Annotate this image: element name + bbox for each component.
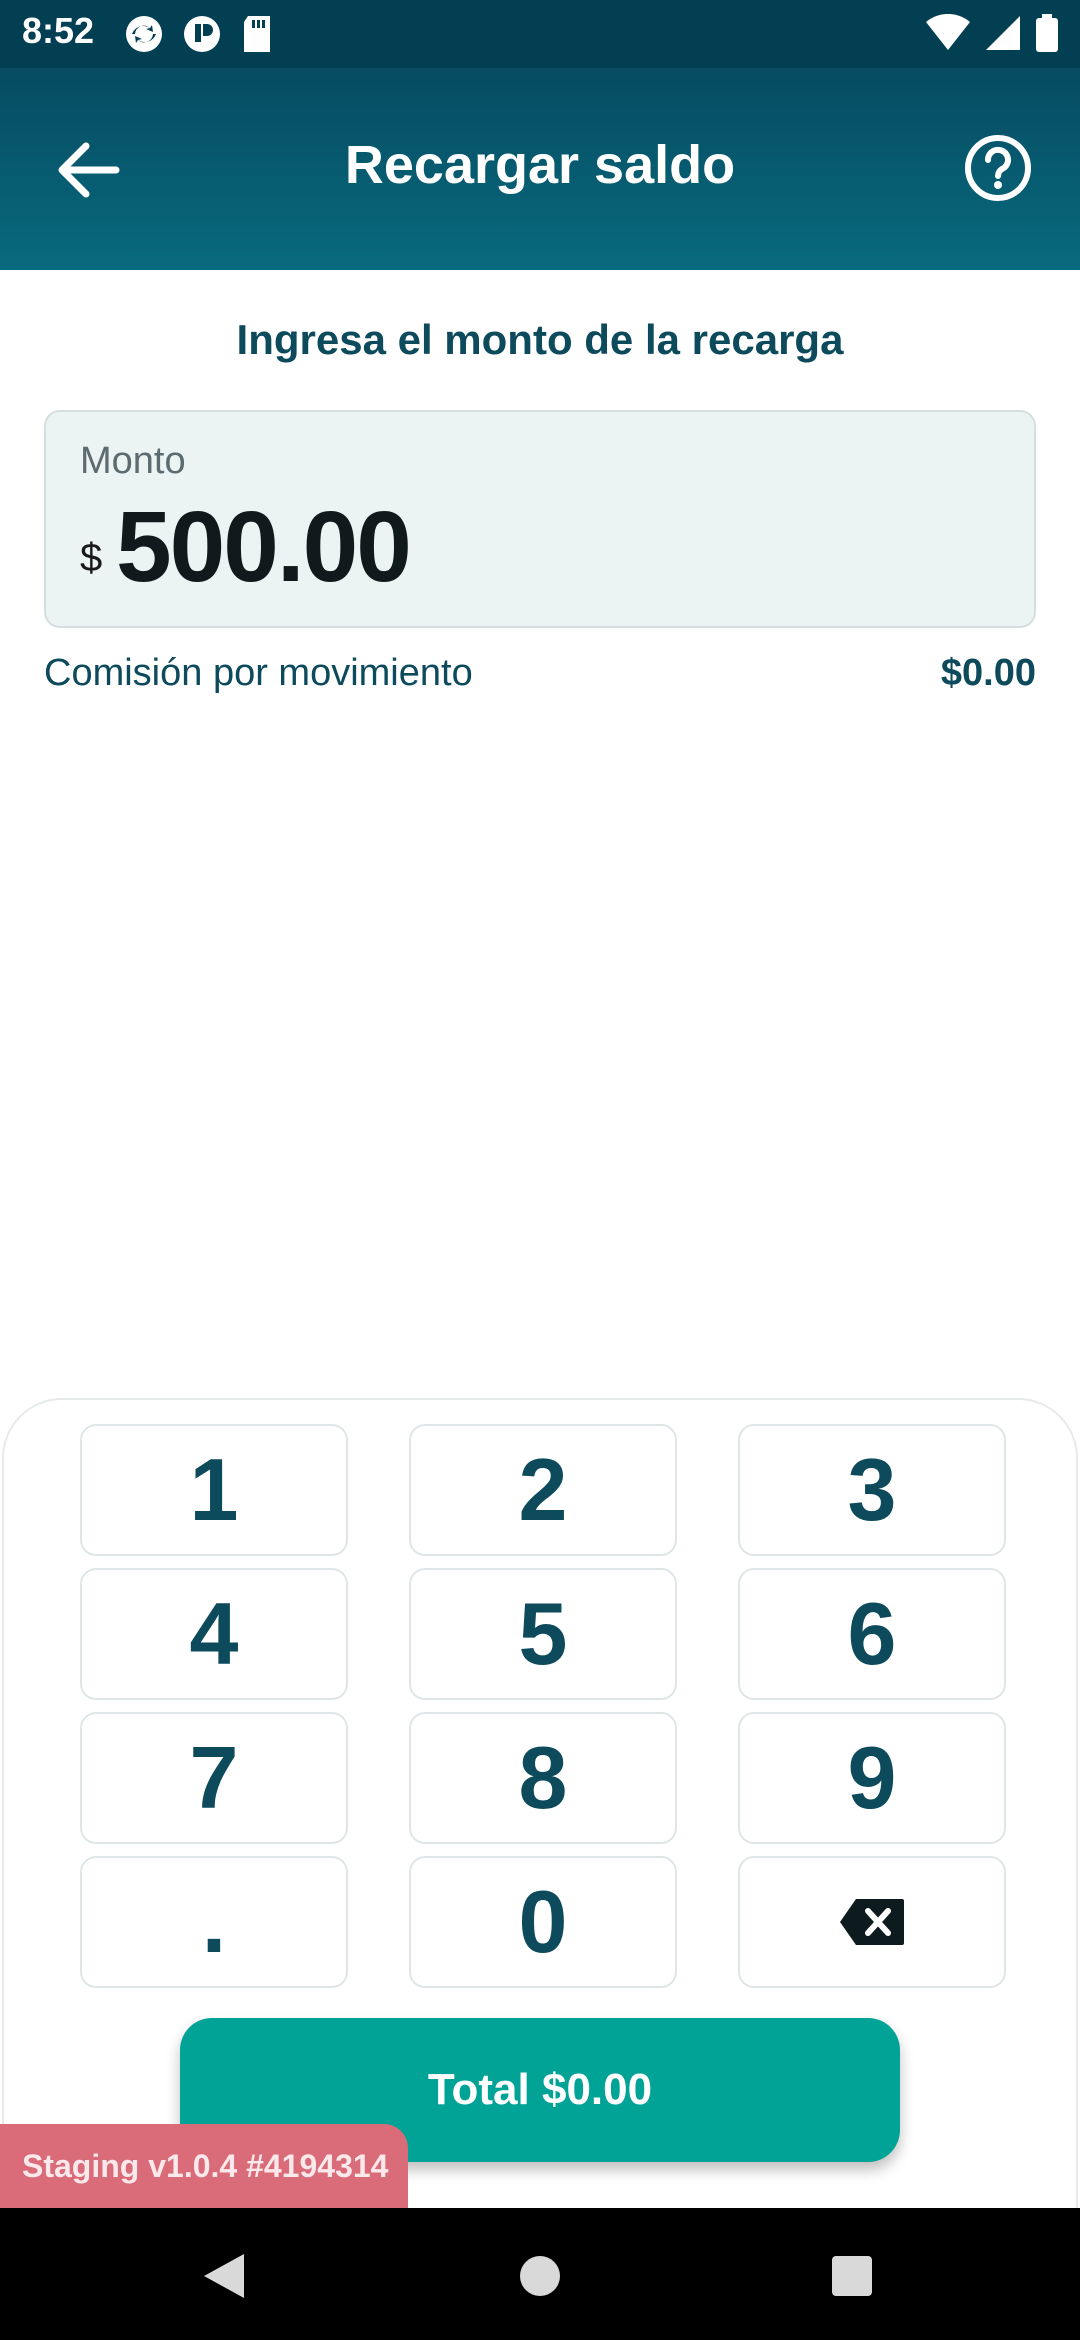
key-8[interactable]: 8 — [409, 1712, 677, 1844]
key-5[interactable]: 5 — [409, 1568, 677, 1700]
key-backspace[interactable] — [738, 1856, 1006, 1988]
key-7[interactable]: 7 — [80, 1712, 348, 1844]
system-icons — [926, 14, 1058, 52]
key-2[interactable]: 2 — [409, 1424, 677, 1556]
sync-icon — [126, 16, 162, 52]
amount-input[interactable]: Monto $ 500.00 — [44, 410, 1036, 628]
staging-badge: Staging v1.0.4 #4194314 — [0, 2124, 408, 2208]
fee-row: Comisión por movimiento $0.00 — [44, 650, 1036, 700]
instruction-heading: Ingresa el monto de la recarga — [236, 316, 844, 363]
wifi-icon — [926, 14, 970, 50]
key-1[interactable]: 1 — [80, 1424, 348, 1556]
app-bar: Recargar saldo — [0, 68, 1080, 270]
signal-icon — [986, 16, 1020, 50]
key-9[interactable]: 9 — [738, 1712, 1006, 1844]
status-time: 8:52 — [22, 10, 95, 51]
key-decimal[interactable]: . — [80, 1856, 348, 1988]
amount-label: Monto — [80, 440, 186, 482]
amount-value: 500.00 — [116, 491, 412, 603]
help-icon[interactable] — [960, 130, 1036, 206]
app-notification-icon — [184, 16, 220, 52]
fee-label: Comisión por movimiento — [44, 652, 473, 694]
nav-home-icon[interactable] — [512, 2248, 568, 2304]
sd-card-icon — [244, 16, 270, 52]
backspace-icon — [840, 1899, 904, 1945]
key-3[interactable]: 3 — [738, 1424, 1006, 1556]
key-6[interactable]: 6 — [738, 1568, 1006, 1700]
battery-icon — [1036, 14, 1058, 52]
nav-recents-icon[interactable] — [824, 2248, 880, 2304]
notification-icons — [124, 14, 274, 54]
key-4[interactable]: 4 — [80, 1568, 348, 1700]
system-navigation-bar — [0, 2208, 1080, 2340]
key-0[interactable]: 0 — [409, 1856, 677, 1988]
nav-back-icon[interactable] — [196, 2248, 252, 2304]
currency-symbol: $ — [80, 536, 103, 580]
page-title: Recargar saldo — [344, 135, 736, 195]
fee-value: $0.00 — [940, 652, 1036, 694]
status-bar: 8:52 — [0, 0, 1080, 68]
